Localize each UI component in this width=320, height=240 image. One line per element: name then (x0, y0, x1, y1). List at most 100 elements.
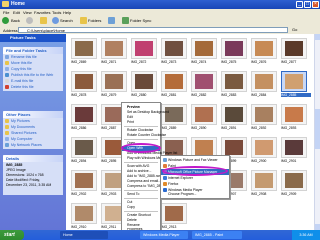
thumbnail-label: IMG_2886 (71, 126, 87, 130)
close-button[interactable]: × (312, 1, 319, 8)
delete-icon (5, 85, 9, 89)
thumbnail-image (285, 140, 303, 155)
thumbnail[interactable] (251, 71, 277, 92)
folder-sync-icon[interactable] (122, 17, 129, 24)
thumbnail[interactable] (191, 38, 217, 59)
folders-icon[interactable] (80, 17, 87, 24)
thumbnail-label: IMG_2889 (161, 126, 177, 130)
picture-tasks-header[interactable]: Picture Tasks (0, 34, 66, 42)
other-places-title[interactable]: Other Places (3, 111, 63, 118)
task-delete[interactable]: Delete this file (3, 84, 63, 90)
folder-icon (5, 119, 9, 123)
forward-icon[interactable] (26, 17, 33, 24)
submenu-item-choose-program[interactable]: Choose Program... (161, 192, 229, 197)
thumbnail[interactable] (101, 71, 127, 92)
vertical-scrollbar[interactable] (314, 34, 320, 230)
network-icon (5, 143, 9, 147)
minimize-button[interactable]: _ (296, 1, 303, 8)
place-network[interactable]: My Network Places (3, 142, 63, 148)
folder-sync-button[interactable]: Folder Sync (130, 18, 151, 23)
maximize-button[interactable]: □ (304, 1, 311, 8)
address-input[interactable]: C:\Users\place\Home (18, 27, 288, 33)
thumbnail[interactable] (191, 71, 217, 92)
system-tray-clock: 3:36 AM (292, 230, 320, 240)
taskbar-item-home[interactable]: Home (60, 231, 108, 239)
thumbnail[interactable] (221, 104, 247, 125)
rename-icon (5, 55, 9, 59)
details-title[interactable]: Details (3, 155, 63, 162)
menu-item-play-with-wmp[interactable]: Play with Windows Media Player (122, 156, 176, 161)
thumbnail-image (255, 173, 273, 188)
start-button[interactable]: start (0, 230, 24, 240)
thumbnail[interactable] (161, 71, 187, 92)
go-button[interactable]: Go (292, 27, 297, 32)
thumbnail[interactable] (161, 203, 187, 224)
search-button[interactable]: Search (60, 18, 73, 23)
thumbnail[interactable] (161, 38, 187, 59)
thumbnail[interactable] (281, 137, 307, 158)
scroll-thumb[interactable] (315, 109, 320, 149)
file-folder-tasks-title[interactable]: File and Folder Tasks (3, 47, 63, 54)
thumbnail-view: IMG_2869 IMG_2871 IMG_2872 IMG_2873 IMG_2874… (67, 34, 314, 230)
email-icon (5, 79, 9, 83)
back-button[interactable]: Back (11, 18, 20, 23)
thumbnail-image (165, 41, 183, 56)
details-text: IMG_2885 JPEG Image Dimensions: 1024 x 7… (3, 162, 63, 189)
menu-item-copy[interactable]: Copy (122, 205, 160, 210)
context-menu: Preview Set as Desktop Background Edit P… (121, 102, 186, 232)
thumbnail[interactable] (71, 104, 97, 125)
taskbar-item-wmp[interactable]: Windows Media Player (140, 231, 188, 239)
menu-separator (124, 126, 158, 127)
up-folder-icon[interactable] (40, 17, 47, 24)
thumbnail-image (105, 41, 123, 56)
thumbnail[interactable] (71, 71, 97, 92)
back-icon[interactable] (2, 17, 9, 24)
menu-item-rotate-counter-clockwise[interactable]: Rotate Counter Clockwise (122, 133, 166, 138)
search-icon[interactable] (52, 17, 59, 24)
thumbnail-label: IMG_2890 (191, 126, 207, 130)
thumbnail[interactable] (281, 38, 307, 59)
thumbnail[interactable] (221, 71, 247, 92)
thumbnail-image (225, 41, 243, 56)
thumbnail[interactable] (281, 71, 307, 92)
menu-separator (124, 162, 158, 163)
thumbnail[interactable] (221, 38, 247, 59)
move-icon (5, 61, 9, 65)
taskbar-item-paint[interactable]: IMG_2885 - Paint (192, 231, 242, 239)
thumbnail[interactable] (251, 170, 277, 191)
menu-item-send-to[interactable]: Send To (122, 192, 160, 197)
menu-separator (124, 190, 158, 191)
thumbnail[interactable] (131, 38, 157, 59)
thumbnail-image (195, 41, 213, 56)
menu-separator (124, 211, 158, 212)
thumbnail[interactable] (131, 71, 157, 92)
menu-item-compress-rar-email[interactable]: Compress to "IMG_2885.rar" and email (122, 184, 186, 189)
thumbnail-label: IMG_2893 (281, 126, 297, 130)
scroll-up-button[interactable] (315, 34, 320, 40)
copy-icon (5, 67, 9, 71)
address-bar: Address C:\Users\place\Home Go (0, 26, 320, 34)
thumbnail-image (285, 74, 303, 89)
thumbnail[interactable] (71, 170, 97, 191)
thumbnail-label: IMG_2901 (281, 159, 297, 163)
thumbnail-image (255, 74, 273, 89)
thumbnail-image (225, 140, 243, 155)
views-icon[interactable] (108, 17, 115, 24)
left-task-pane: Picture Tasks File and Folder Tasks Rena… (0, 34, 66, 230)
folders-button[interactable]: Folders (88, 18, 101, 23)
taskbar: start Home Windows Media Player IMG_2885… (0, 230, 320, 240)
thumbnail[interactable] (281, 170, 307, 191)
thumbnail[interactable] (251, 104, 277, 125)
details-panel: Details IMG_2885 JPEG Image Dimensions: … (3, 155, 63, 195)
thumbnail-label: IMG_2884 (251, 93, 267, 97)
thumbnail[interactable] (251, 137, 277, 158)
thumbnail[interactable] (71, 203, 97, 224)
thumbnail[interactable] (71, 38, 97, 59)
thumbnail[interactable] (281, 104, 307, 125)
thumbnail[interactable] (101, 38, 127, 59)
thumbnail[interactable] (71, 137, 97, 158)
thumbnail[interactable] (251, 38, 277, 59)
thumbnail-label: IMG_2880 (131, 93, 147, 97)
menu-item-print[interactable]: Print (122, 120, 160, 125)
thumbnail[interactable] (191, 104, 217, 125)
